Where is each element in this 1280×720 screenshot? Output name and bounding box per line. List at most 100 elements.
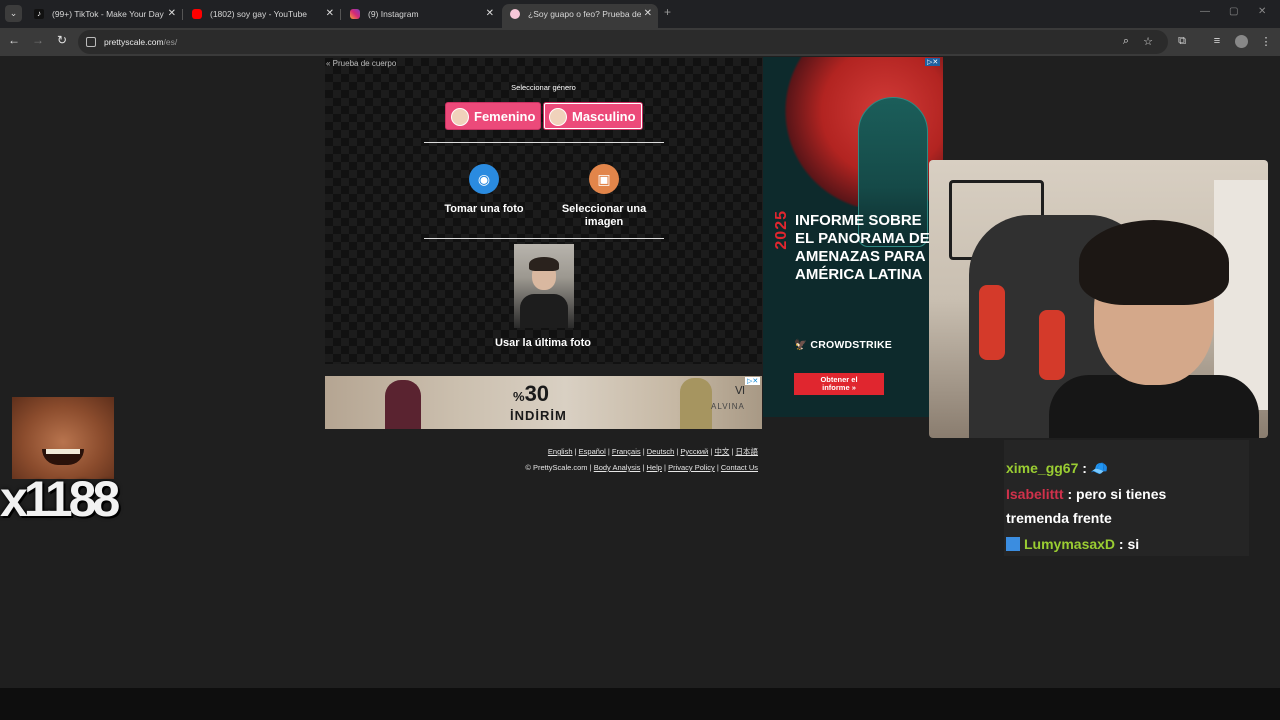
chat-text: 🧢 bbox=[1090, 460, 1109, 476]
ad-model-right bbox=[680, 378, 712, 429]
extensions-icon[interactable]: ⧉ bbox=[1175, 35, 1189, 48]
streamer-webcam bbox=[929, 160, 1268, 438]
prettyscale-icon bbox=[510, 9, 520, 19]
maximize-icon[interactable]: ▢ bbox=[1229, 6, 1238, 17]
close-icon[interactable]: ✕ bbox=[168, 4, 176, 24]
profile-avatar[interactable] bbox=[1235, 35, 1248, 48]
tab-prettyscale[interactable]: ¿Soy guapo o feo? Prueba de a ✕ bbox=[502, 4, 658, 28]
female-button[interactable]: Femenino bbox=[445, 102, 541, 130]
tab-search-button[interactable]: ⌄ bbox=[5, 5, 22, 22]
webcam-chair-red-right bbox=[1039, 310, 1065, 380]
male-button-label: Masculino bbox=[572, 109, 636, 124]
last-photo-thumbnail[interactable] bbox=[514, 244, 574, 328]
tab-title: (9) Instagram bbox=[368, 9, 419, 19]
privacy-policy-link[interactable]: Privacy Policy bbox=[668, 463, 715, 472]
lang-english[interactable]: English bbox=[548, 447, 573, 456]
tab-strip: ⌄ ♪ (99+) TikTok - Make Your Day ✕ (1802… bbox=[0, 0, 1280, 28]
ad-brand: ALVINA bbox=[711, 402, 745, 411]
prettyscale-app: « Prueba de cuerpo Seleccionar género Fe… bbox=[325, 58, 762, 364]
divider bbox=[424, 238, 664, 239]
close-icon[interactable]: ✕ bbox=[326, 4, 334, 24]
lang-chinese[interactable]: 中文 bbox=[714, 447, 729, 456]
ad-percent: %30 bbox=[513, 381, 550, 406]
image-upload-icon[interactable]: ▣ bbox=[589, 164, 619, 194]
male-button[interactable]: Masculino bbox=[543, 102, 643, 130]
alvina-banner-ad[interactable]: %30 İNDİRİM Ⅵ ALVINA ▷✕ bbox=[325, 376, 762, 429]
back-arrow-icon[interactable]: ← bbox=[6, 33, 22, 47]
forward-arrow-icon[interactable]: → bbox=[30, 33, 46, 47]
address-bar[interactable] bbox=[78, 30, 1168, 54]
crowdstrike-logo: 🦅 CROWDSTRIKE bbox=[794, 339, 892, 351]
bookmark-star-icon[interactable]: ☆ bbox=[1141, 35, 1155, 48]
emote-teeth bbox=[46, 449, 80, 454]
photo-person-body bbox=[520, 294, 568, 328]
reload-icon[interactable]: ↻ bbox=[54, 33, 70, 47]
male-face-icon bbox=[549, 108, 567, 126]
media-control-icon[interactable]: ≡ bbox=[1210, 35, 1224, 47]
gender-label: Seleccionar género bbox=[511, 83, 576, 92]
url-path: /es/ bbox=[163, 37, 178, 47]
copyright: © PrettyScale.com bbox=[525, 463, 588, 472]
body-analysis-link[interactable]: Body Analysis bbox=[594, 463, 641, 472]
window-close-icon[interactable]: ✕ bbox=[1258, 6, 1266, 17]
chat-text: si bbox=[1127, 536, 1140, 552]
lang-francais[interactable]: Français bbox=[612, 447, 641, 456]
lang-espanol[interactable]: Español bbox=[579, 447, 606, 456]
ad-discount-text: İNDİRİM bbox=[510, 408, 567, 423]
site-info-icon[interactable] bbox=[86, 37, 96, 47]
new-tab-plus-icon[interactable]: + bbox=[664, 5, 671, 19]
female-face-icon bbox=[451, 108, 469, 126]
close-icon[interactable]: ✕ bbox=[486, 4, 494, 24]
contact-us-link[interactable]: Contact Us bbox=[721, 463, 758, 472]
tab-title: (1802) soy gay - YouTube bbox=[210, 9, 308, 19]
webcam-chair-red-left bbox=[979, 285, 1005, 360]
url-text[interactable]: prettyscale.com/es/ bbox=[104, 37, 177, 47]
select-image-label[interactable]: Seleccionar una imagen bbox=[549, 203, 659, 229]
adchoices-icon[interactable]: ▷✕ bbox=[745, 377, 761, 385]
take-photo-label[interactable]: Tomar una foto bbox=[433, 203, 535, 216]
tab-title: (99+) TikTok - Make Your Day bbox=[52, 9, 164, 19]
camera-icon[interactable]: ◉ bbox=[469, 164, 499, 194]
lang-deutsch[interactable]: Deutsch bbox=[647, 447, 675, 456]
subscriber-badge-icon bbox=[1006, 537, 1020, 551]
alvina-logo-icon: Ⅵ bbox=[735, 385, 746, 397]
webcam-hair bbox=[1079, 220, 1229, 305]
tab-youtube[interactable]: (1802) soy gay - YouTube ✕ bbox=[184, 4, 340, 28]
zoom-icon[interactable]: ⌕ bbox=[1119, 35, 1133, 48]
tab-tiktok[interactable]: ♪ (99+) TikTok - Make Your Day ✕ bbox=[26, 4, 182, 28]
help-link[interactable]: Help bbox=[647, 463, 662, 472]
url-host: prettyscale.com bbox=[104, 37, 164, 47]
ad-year: 2025 bbox=[773, 210, 790, 250]
adchoices-icon[interactable]: ▷✕ bbox=[925, 58, 941, 66]
select-image-line1: Seleccionar una bbox=[561, 203, 647, 215]
chat-message: Isabelittt : pero si tienes bbox=[1006, 486, 1167, 502]
female-button-label: Femenino bbox=[474, 109, 536, 124]
language-links: English | Español | Français | Deutsch |… bbox=[547, 447, 759, 456]
chat-username: LumymasaxD bbox=[1024, 536, 1116, 552]
minimize-icon[interactable]: — bbox=[1200, 6, 1210, 17]
menu-kebab-icon[interactable]: ⋮ bbox=[1259, 35, 1273, 48]
close-icon[interactable]: ✕ bbox=[640, 4, 652, 24]
ad-headline: INFORME SOBRE EL PANORAMA DE AMENAZAS PA… bbox=[795, 212, 930, 283]
chat-text: tremenda frente bbox=[1006, 510, 1112, 526]
emote-counter: x1188 bbox=[0, 471, 120, 527]
chat-message-continuation: tremenda frente bbox=[1006, 507, 1112, 529]
footer-links: © PrettyScale.com | Body Analysis | Help… bbox=[525, 463, 758, 472]
photo-person-hair bbox=[529, 257, 559, 271]
chat-text: pero si tienes bbox=[1076, 486, 1167, 502]
tab-instagram[interactable]: (9) Instagram ✕ bbox=[342, 4, 500, 28]
lang-japanese[interactable]: 日本語 bbox=[736, 447, 759, 456]
chat-message: xime_gg67 : 🧢 bbox=[1006, 460, 1109, 476]
use-last-photo-label[interactable]: Usar la última foto bbox=[443, 337, 643, 350]
ad-model-left bbox=[385, 380, 421, 429]
instagram-icon bbox=[350, 9, 360, 19]
cta-line2: informe » bbox=[822, 383, 856, 392]
tab-title: ¿Soy guapo o feo? Prueba de a bbox=[528, 9, 649, 19]
back-to-body-test-link[interactable]: « Prueba de cuerpo bbox=[326, 59, 396, 68]
divider bbox=[424, 142, 664, 143]
get-report-button[interactable]: Obtener el informe » bbox=[794, 373, 884, 395]
lang-russian[interactable]: Pусский bbox=[680, 447, 708, 456]
youtube-icon bbox=[192, 9, 202, 19]
tiktok-icon: ♪ bbox=[34, 9, 44, 19]
tab-separator bbox=[182, 9, 183, 20]
